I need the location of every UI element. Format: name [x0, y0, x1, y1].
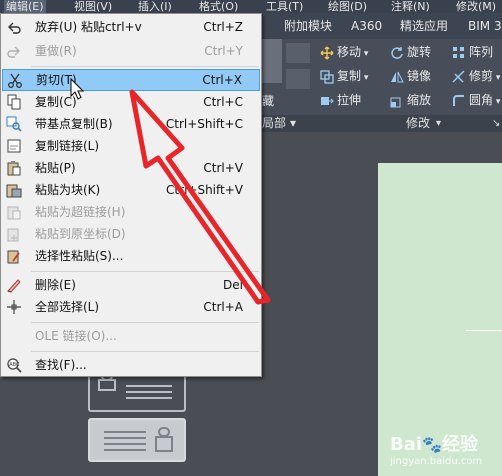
red-annotation-arrow: [129, 89, 271, 305]
baidu-watermark: Bai🐾经验 jingyan.baidu.com: [390, 434, 483, 467]
